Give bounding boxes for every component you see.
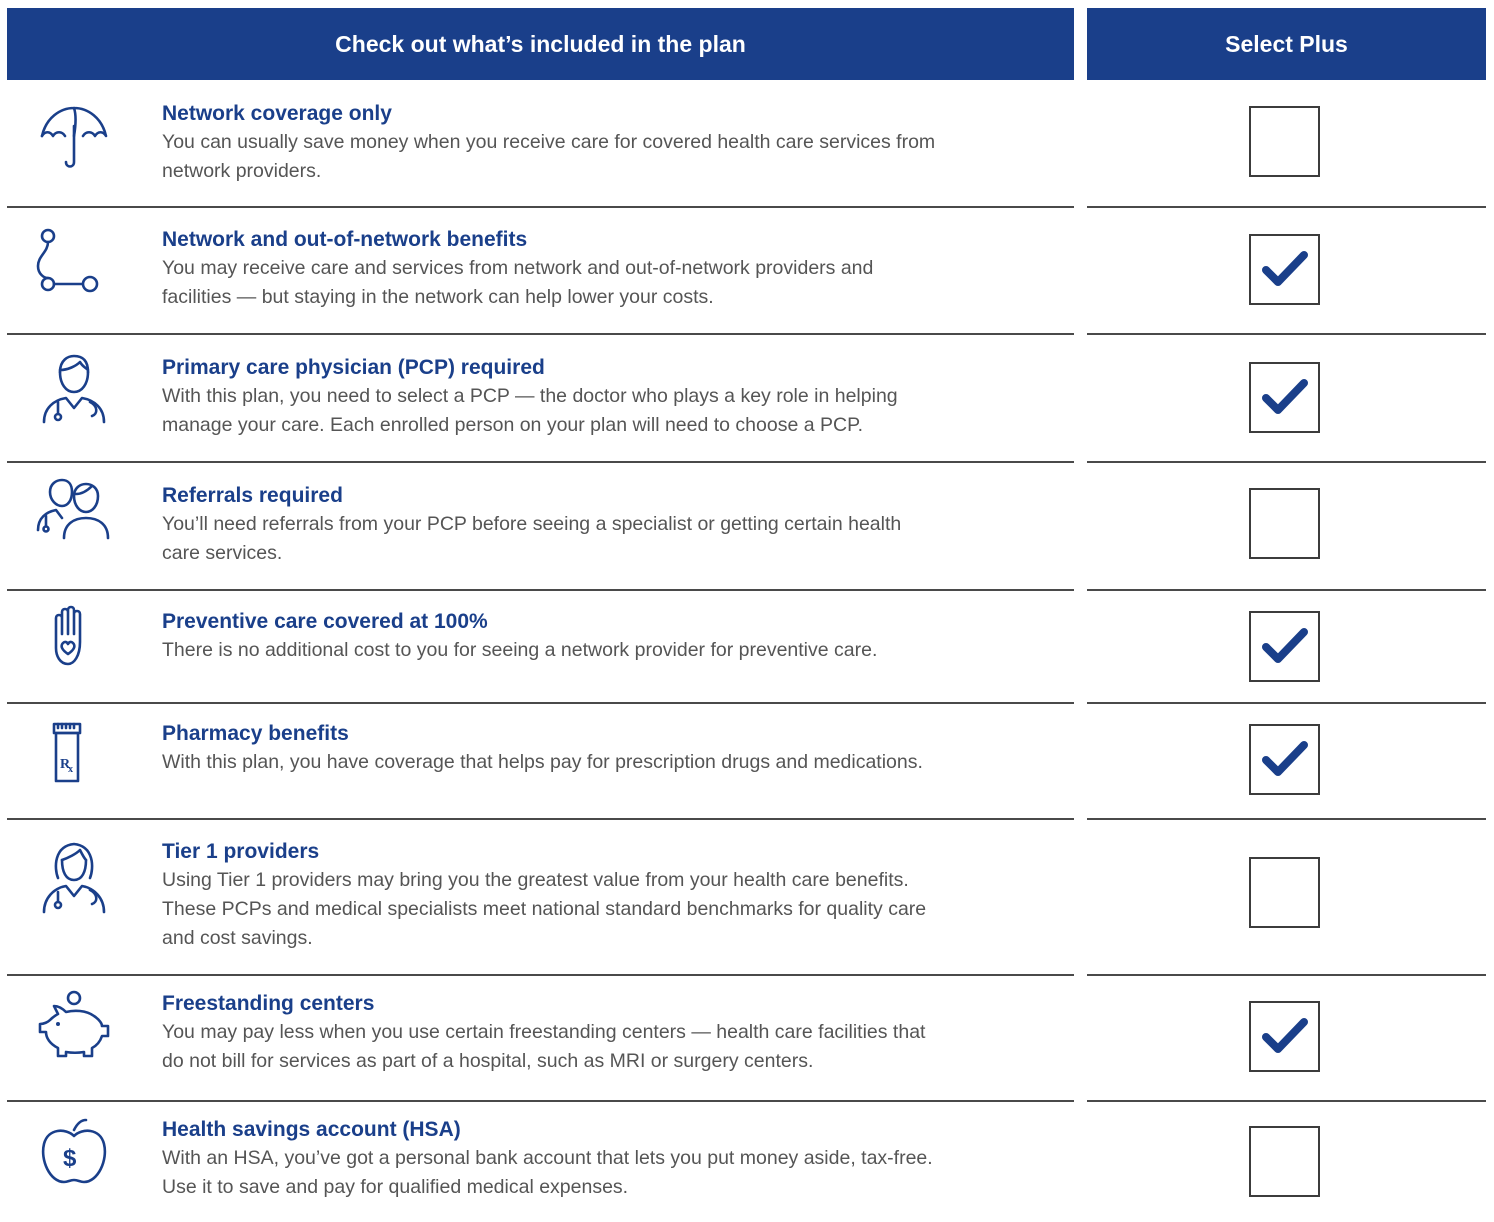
female-doctor-icon [36, 838, 112, 914]
row-divider [1087, 818, 1486, 820]
checkmark-icon [1262, 741, 1308, 776]
row-divider [7, 333, 1074, 335]
row-divider [1087, 974, 1486, 976]
checkmark-icon [1262, 251, 1308, 286]
checkmark-icon [1262, 628, 1308, 663]
feature-description: Using Tier 1 providers may bring you the… [162, 869, 927, 949]
feature-description: With this plan, you need to select a PCP… [162, 385, 898, 436]
row-divider [7, 702, 1074, 704]
row-divider [1087, 206, 1486, 208]
row-divider [1087, 702, 1486, 704]
row-divider [7, 206, 1074, 208]
row-divider [1087, 1100, 1486, 1102]
plan-checkbox [1249, 1126, 1320, 1197]
feature-title: Tier 1 providers [162, 840, 320, 863]
plan-checkbox [1249, 857, 1320, 928]
feature-title: Freestanding centers [162, 992, 375, 1015]
row-divider [7, 974, 1074, 976]
plan-column-header: Select Plus [1087, 8, 1486, 80]
plan-checkbox [1249, 362, 1320, 433]
plan-checkbox [1249, 724, 1320, 795]
checkmark-icon [1262, 379, 1308, 414]
apple-dollar-icon: $ [36, 1116, 112, 1192]
features-column-header: Check out what’s included in the plan [7, 8, 1074, 80]
feature-title: Preventive care covered at 100% [162, 610, 488, 633]
feature-title: Referrals required [162, 484, 343, 507]
feature-title: Pharmacy benefits [162, 722, 349, 745]
umbrella-icon [36, 96, 112, 172]
hand-heart-icon [36, 604, 112, 680]
feature-title: Health savings account (HSA) [162, 1118, 461, 1141]
plan-checkbox [1249, 234, 1320, 305]
row-divider [7, 589, 1074, 591]
feature-title: Network and out-of-network benefits [162, 228, 528, 251]
feature-description: There is no additional cost to you for s… [162, 639, 878, 661]
feature-title: Network coverage only [162, 102, 392, 125]
feature-description: With an HSA, you’ve got a personal bank … [162, 1147, 933, 1198]
feature-description: You may pay less when you use certain fr… [162, 1021, 926, 1072]
feature-description: You may receive care and services from n… [162, 257, 874, 308]
row-divider [7, 818, 1074, 820]
row-divider [7, 1100, 1074, 1102]
row-divider [7, 461, 1074, 463]
prescription-bottle-icon: R x [36, 716, 112, 792]
row-divider [1087, 589, 1486, 591]
referral-people-icon [36, 478, 112, 554]
plan-checkbox [1249, 611, 1320, 682]
feature-description: You can usually save money when you rece… [162, 131, 936, 182]
feature-description: You’ll need referrals from your PCP befo… [162, 513, 902, 564]
feature-title: Primary care physician (PCP) required [162, 356, 545, 379]
plan-comparison: Check out what’s included in the plan Se… [0, 0, 1494, 1222]
row-divider [1087, 333, 1486, 335]
checkmark-icon [1262, 1018, 1308, 1053]
doctor-icon [36, 350, 112, 426]
plan-checkbox [1249, 488, 1320, 559]
row-divider [1087, 461, 1486, 463]
svg-text:x: x [68, 764, 73, 775]
feature-description: With this plan, you have coverage that h… [162, 751, 923, 773]
piggy-bank-icon [36, 990, 112, 1066]
plan-checkbox [1249, 1001, 1320, 1072]
svg-text:$: $ [63, 1145, 77, 1172]
route-icon [36, 222, 112, 298]
plan-checkbox [1249, 106, 1320, 177]
